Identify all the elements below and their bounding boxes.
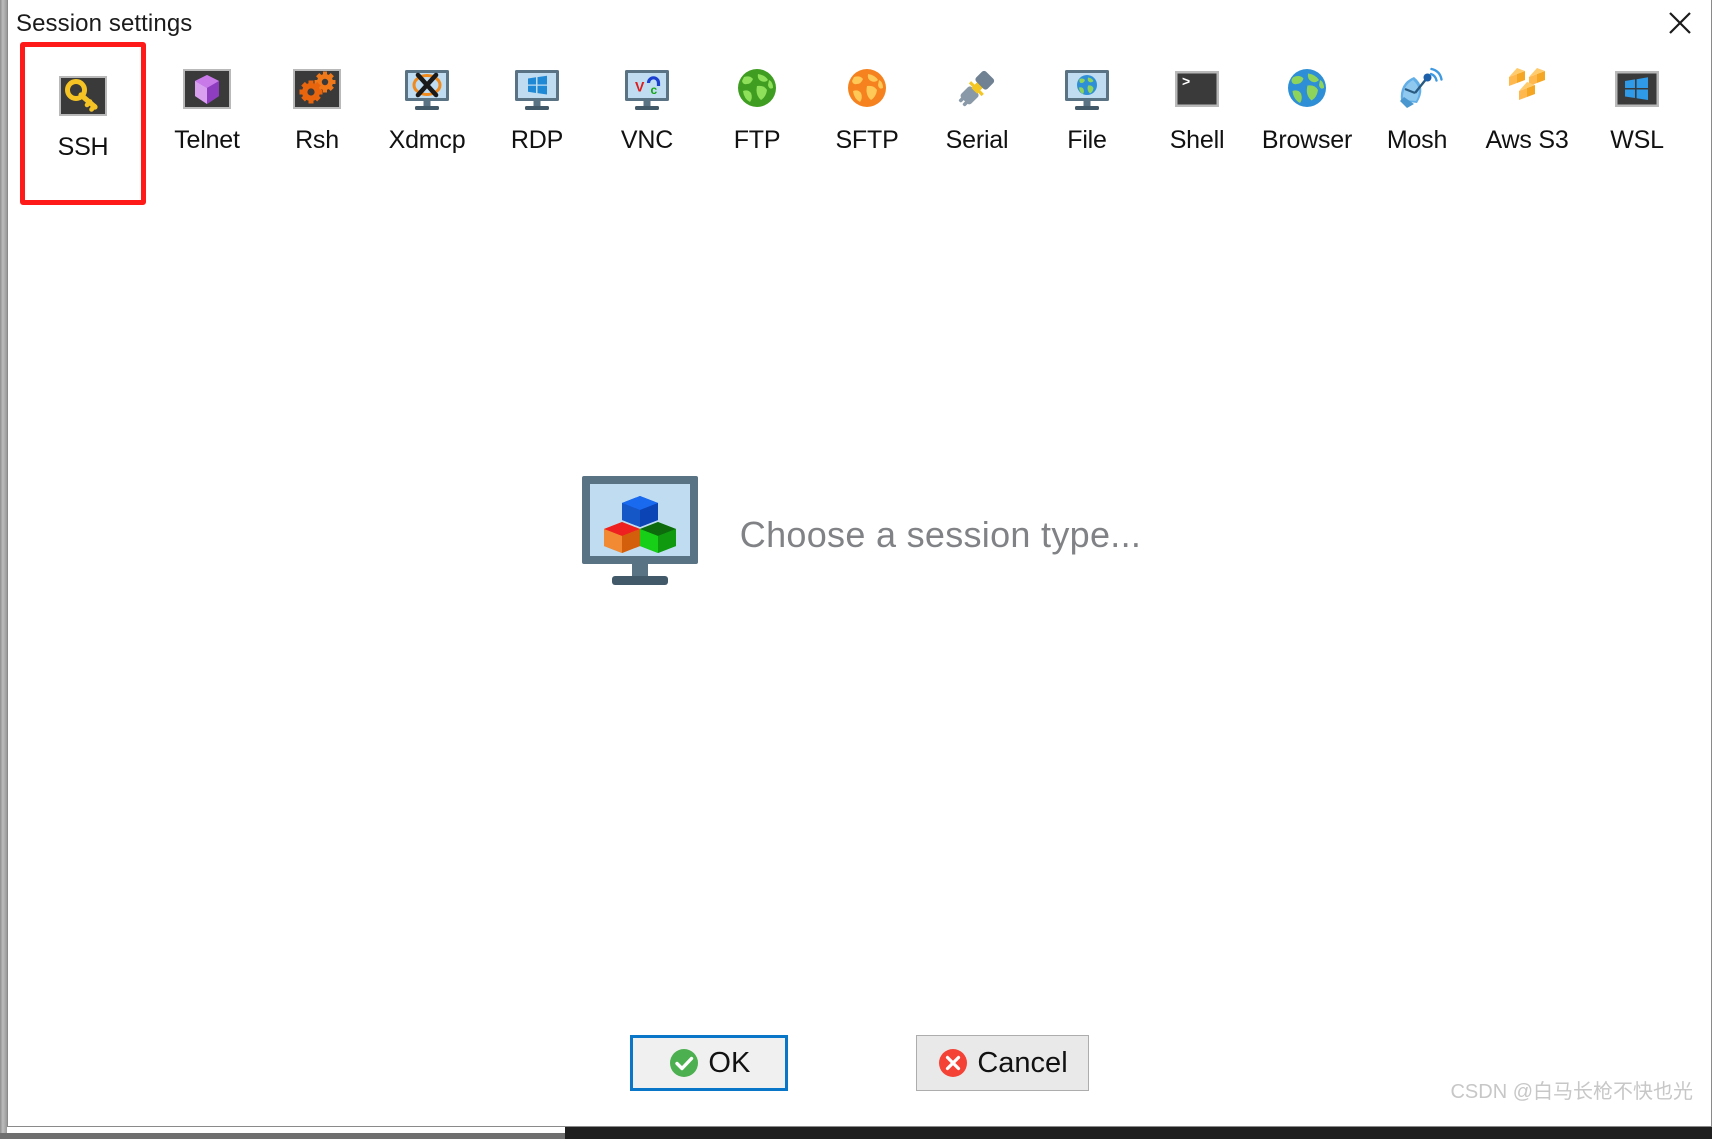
ok-button[interactable]: OK [630, 1035, 789, 1091]
session-type-label: Aws S3 [1485, 126, 1569, 154]
session-type-ftp[interactable]: FTP [702, 48, 812, 203]
session-type-label: SSH [57, 133, 109, 161]
session-type-serial[interactable]: Serial [922, 48, 1032, 203]
session-type-wsl[interactable]: WSL [1582, 48, 1692, 203]
placeholder-text: Choose a session type... [739, 513, 1142, 555]
session-type-label: Serial [945, 126, 1009, 154]
satellite-dish-icon [1390, 62, 1444, 116]
monitor-cubes-icon [578, 470, 702, 599]
close-icon [1665, 8, 1695, 38]
monitor-x11-icon [400, 62, 454, 116]
session-type-label: FTP [733, 126, 781, 154]
dialog-titlebar: Session settings [8, 0, 1711, 48]
session-type-label: Browser [1261, 126, 1353, 154]
cancel-button-label: Cancel [977, 1046, 1068, 1079]
windows-tile-icon [1610, 62, 1664, 116]
watermark: CSDN @白马长枪不快也光 [1450, 1081, 1693, 1103]
svg-text:c: c [651, 83, 658, 97]
ok-button-label: OK [708, 1046, 751, 1079]
cancel-button[interactable]: Cancel [916, 1035, 1089, 1091]
session-type-rsh[interactable]: Rsh [262, 48, 372, 203]
session-type-vnc[interactable]: V c VNC [592, 48, 702, 203]
svg-text:V: V [635, 79, 645, 95]
session-type-label: WSL [1610, 126, 1664, 154]
monitor-windows-icon [510, 62, 564, 116]
page-title: Session settings [16, 10, 193, 37]
session-type-browser[interactable]: Browser [1252, 48, 1362, 203]
session-type-label: Telnet [174, 126, 240, 154]
session-type-awss3[interactable]: Aws S3 [1472, 48, 1582, 203]
session-type-label: Mosh [1386, 126, 1448, 154]
session-type-file[interactable]: File [1032, 48, 1142, 203]
key-icon [56, 69, 110, 123]
green-check-icon [668, 1047, 700, 1079]
desktop-background-left [0, 0, 7, 1139]
session-type-sftp[interactable]: SFTP [812, 48, 922, 203]
session-type-xdmcp[interactable]: Xdmcp [372, 48, 482, 203]
session-type-label: Rsh [295, 126, 339, 154]
terminal-icon: > [1170, 62, 1224, 116]
session-type-label: VNC [620, 126, 674, 154]
monitor-globe-icon [1060, 62, 1114, 116]
session-type-label: RDP [510, 126, 564, 154]
svg-text:>: > [1182, 73, 1190, 89]
session-type-label: Xdmcp [388, 126, 466, 154]
green-globe-icon [730, 62, 784, 116]
session-type-shell[interactable]: > Shell [1142, 48, 1252, 203]
red-x-icon [937, 1047, 969, 1079]
orange-globe-icon [840, 62, 894, 116]
gem-icon [180, 62, 234, 116]
session-type-rdp[interactable]: RDP [482, 48, 592, 203]
session-type-label: Shell [1169, 126, 1225, 154]
aws-cubes-icon [1500, 62, 1554, 116]
session-type-ssh[interactable]: SSH [20, 42, 146, 205]
session-type-label: File [1067, 126, 1107, 154]
close-button[interactable] [1649, 0, 1711, 46]
session-placeholder: Choose a session type... [8, 470, 1711, 599]
blue-globe-icon [1280, 62, 1334, 116]
session-type-telnet[interactable]: Telnet [152, 48, 262, 203]
monitor-vnc-icon: V c [620, 62, 674, 116]
session-settings-dialog: Session settings SSH Telnet Rsh Xdmcp RD… [7, 0, 1712, 1127]
gears-icon [290, 62, 344, 116]
session-type-toolbar: SSH Telnet Rsh Xdmcp RDP V c VNC FTP SFT… [8, 42, 1711, 205]
session-type-mosh[interactable]: Mosh [1362, 48, 1472, 203]
session-type-label: SFTP [835, 126, 899, 154]
plug-icon [950, 62, 1004, 116]
